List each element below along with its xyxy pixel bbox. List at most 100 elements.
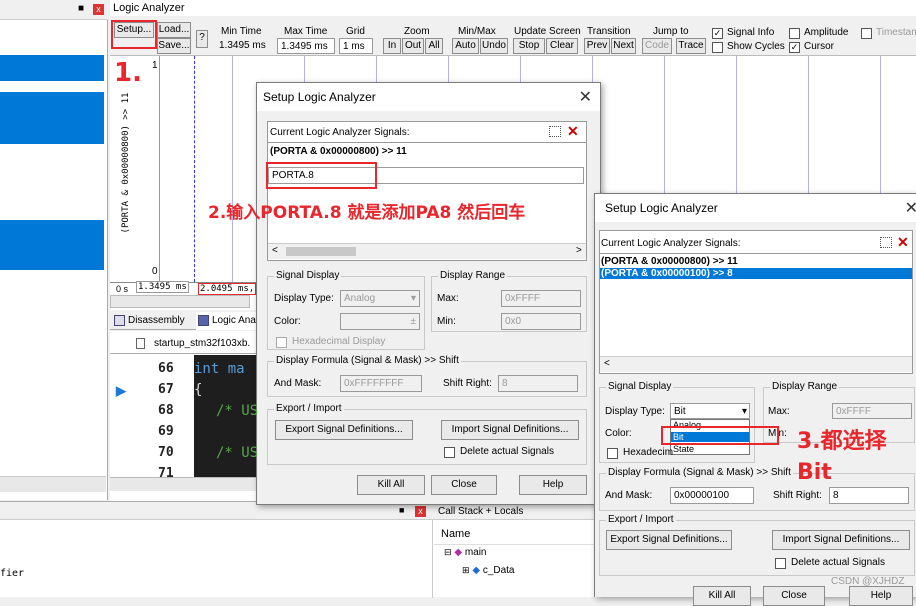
zoom-all-button[interactable]: All: [425, 38, 443, 54]
dialog-2-signal-item-2[interactable]: (PORTA & 0x00000100) >> 8: [600, 268, 912, 279]
disassembly-icon: [114, 315, 125, 326]
and-mask-input[interactable]: 0xFFFFFFFF: [340, 375, 422, 392]
stop-button[interactable]: Stop: [513, 38, 545, 54]
code-line[interactable]: /* US: [216, 403, 258, 419]
pin-icon[interactable]: ■: [78, 3, 84, 14]
dialog-2-list-scrollbar[interactable]: <: [600, 356, 912, 372]
help-button[interactable]: Help: [519, 475, 587, 495]
delete-signal-icon[interactable]: ✕: [897, 234, 909, 251]
hex-display-checkbox[interactable]: [276, 337, 287, 348]
kill-all-button[interactable]: Kill All: [693, 586, 751, 606]
undo-button[interactable]: Undo: [480, 38, 508, 54]
next-button[interactable]: Next: [611, 38, 636, 54]
trace-button[interactable]: Trace: [676, 38, 706, 54]
display-type-label: Display Type:: [605, 406, 665, 417]
load-button[interactable]: Load...: [157, 22, 191, 38]
save-button[interactable]: Save...: [157, 38, 191, 54]
export-signals-button[interactable]: Export Signal Definitions...: [606, 530, 732, 550]
dialog-1-list-scrollbar[interactable]: < >: [268, 243, 586, 259]
editor-gutter: [110, 355, 194, 485]
and-mask-input[interactable]: 0x00000100: [670, 487, 754, 504]
close-icon[interactable]: x: [93, 4, 104, 15]
auto-button[interactable]: Auto: [452, 38, 479, 54]
pin-icon[interactable]: ■: [399, 505, 404, 515]
dialog-1-header-line: [268, 142, 586, 143]
scroll-right-icon[interactable]: >: [576, 245, 582, 256]
display-type-select[interactable]: Bit ▾: [670, 403, 750, 419]
close-button[interactable]: Close: [763, 586, 825, 606]
cursor-checkbox[interactable]: ✓: [789, 42, 800, 53]
dialog-1-close-icon[interactable]: ✕: [579, 87, 592, 107]
minmax-label: Min/Max: [458, 26, 496, 37]
annotation-step-3-bit: Bit: [797, 460, 832, 485]
max-label: Max:: [437, 293, 459, 304]
prev-button[interactable]: Prev: [584, 38, 610, 54]
scroll-left-icon[interactable]: <: [272, 245, 278, 256]
amplitude-checkbox[interactable]: [789, 28, 800, 39]
help-button[interactable]: Help: [849, 586, 913, 606]
shift-right-input[interactable]: 8: [498, 375, 578, 392]
code-line[interactable]: {: [194, 382, 202, 398]
tab-disassembly[interactable]: Disassembly: [112, 312, 185, 330]
timestamps-checkbox[interactable]: [861, 28, 872, 39]
expand-icon[interactable]: ⊞: [462, 565, 470, 575]
export-signals-button[interactable]: Export Signal Definitions...: [275, 420, 413, 440]
zoom-in-button[interactable]: In: [383, 38, 401, 54]
code-line[interactable]: int ma: [194, 361, 245, 377]
new-signal-icon[interactable]: [549, 126, 561, 137]
left-scrollbar[interactable]: [0, 476, 106, 492]
editor-file-tab[interactable]: startup_stm32f103xb.: [110, 334, 260, 354]
zoom-out-button[interactable]: Out: [402, 38, 424, 54]
scroll-left-icon[interactable]: <: [604, 358, 610, 369]
min-label: Min:: [437, 316, 456, 327]
callstack-item-cdata[interactable]: ⊞ ◆ c_Data: [462, 565, 515, 576]
help-button[interactable]: ?: [196, 30, 208, 48]
code-button[interactable]: Code: [642, 38, 672, 54]
import-signals-button[interactable]: Import Signal Definitions...: [772, 530, 910, 550]
hex-display-checkbox[interactable]: [607, 448, 618, 459]
horizontal-scrollbar[interactable]: [110, 295, 250, 308]
dialog-2-title: Setup Logic Analyzer: [595, 194, 916, 222]
max-input[interactable]: 0xFFFF: [501, 290, 581, 307]
max-input[interactable]: 0xFFFF: [832, 403, 912, 419]
max-label: Max:: [768, 406, 790, 417]
delete-actual-checkbox[interactable]: [775, 558, 786, 569]
dialog-2-signal-item-1[interactable]: (PORTA & 0x00000800) >> 11: [601, 256, 738, 267]
clear-button[interactable]: Clear: [546, 38, 578, 54]
close-icon[interactable]: x: [415, 506, 426, 517]
callstack-column-name[interactable]: Name: [441, 528, 470, 540]
bit-highlight-box: [661, 426, 779, 445]
dialog-2-signals-box: [599, 230, 913, 374]
delete-actual-checkbox[interactable]: [444, 447, 455, 458]
kill-all-button[interactable]: Kill All: [357, 475, 425, 495]
output-text: fier: [0, 568, 25, 579]
collapse-icon[interactable]: ⊟: [444, 547, 452, 557]
tab-logic-analyzer[interactable]: Logic Ana: [196, 312, 256, 330]
dialog-2-close-icon[interactable]: ✕: [905, 198, 916, 218]
callstack-divider: [432, 520, 433, 598]
new-signal-icon[interactable]: [880, 237, 892, 248]
code-line[interactable]: /* US: [216, 445, 258, 461]
shift-right-input[interactable]: 8: [829, 487, 909, 504]
editor-scrollbar[interactable]: [110, 477, 260, 491]
delete-signal-icon[interactable]: ✕: [567, 123, 579, 140]
signal-info-checkbox[interactable]: ✓: [712, 28, 723, 39]
display-type-value: Analog: [344, 293, 376, 304]
time-cursor-label: 1.3495 ms: [136, 281, 189, 293]
left-panel-header: ■ x: [0, 0, 108, 20]
logic-analyzer-title: Logic Analyzer: [113, 2, 185, 14]
scroll-thumb[interactable]: [286, 247, 356, 256]
display-type-select[interactable]: Analog ▾: [340, 290, 420, 307]
import-signals-button[interactable]: Import Signal Definitions...: [441, 420, 579, 440]
zoom-label: Zoom: [404, 26, 430, 37]
min-input[interactable]: 0x0: [501, 313, 581, 330]
callstack-title: Call Stack + Locals: [438, 506, 524, 517]
show-cycles-checkbox[interactable]: [712, 42, 723, 53]
close-button[interactable]: Close: [431, 475, 497, 495]
callstack-item-main[interactable]: ⊟ ◆ main: [444, 547, 487, 558]
amplitude-label: Amplitude: [804, 27, 849, 38]
dialog-1-signal-item[interactable]: (PORTA & 0x00000800) >> 11: [270, 146, 407, 157]
option-state[interactable]: State: [673, 444, 694, 454]
axis-top-label: 1: [152, 60, 158, 71]
color-select[interactable]: ±: [340, 313, 420, 330]
